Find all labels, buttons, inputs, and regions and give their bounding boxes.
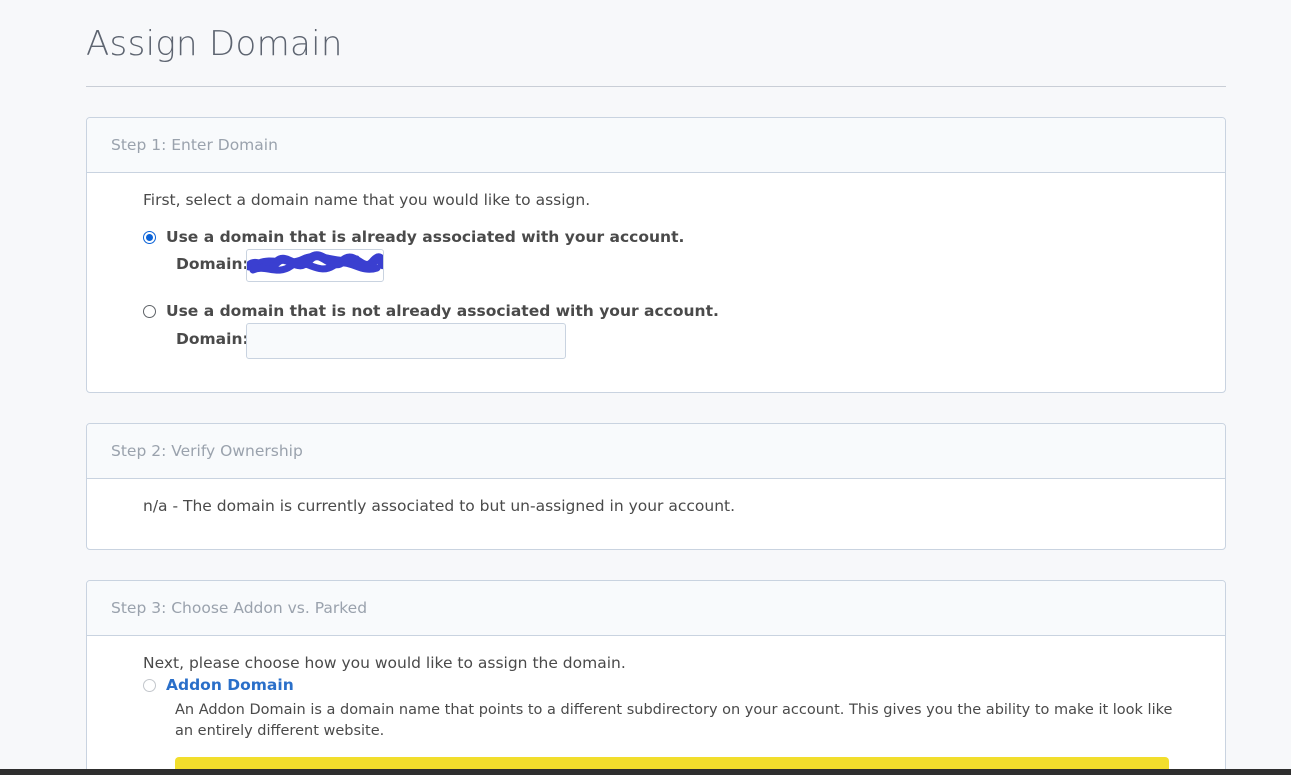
step1-heading: Step 1: Enter Domain (87, 118, 1225, 173)
existing-domain-select[interactable] (246, 249, 384, 282)
existing-domain-option-label[interactable]: Use a domain that is already associated … (166, 228, 684, 246)
new-domain-radio[interactable] (143, 305, 156, 318)
step2-message: n/a - The domain is currently associated… (143, 497, 736, 515)
new-domain-label: Domain: (176, 330, 249, 348)
redaction-scribble (247, 251, 383, 274)
existing-domain-label: Domain: (176, 255, 249, 273)
step1-intro: First, select a domain name that you wou… (143, 191, 591, 209)
step3-panel: Step 3: Choose Addon vs. Parked Next, pl… (86, 580, 1226, 775)
title-divider (86, 86, 1226, 87)
existing-domain-radio[interactable] (143, 231, 156, 244)
page-title: Assign Domain (86, 24, 343, 64)
new-domain-input[interactable] (246, 323, 566, 359)
step1-panel: Step 1: Enter Domain First, select a dom… (86, 117, 1226, 393)
window-bottom-edge (0, 769, 1291, 775)
step3-heading: Step 3: Choose Addon vs. Parked (87, 581, 1225, 636)
addon-domain-label[interactable]: Addon Domain (166, 676, 294, 694)
step3-intro: Next, please choose how you would like t… (143, 654, 626, 672)
step2-heading: Step 2: Verify Ownership (87, 424, 1225, 479)
addon-domain-description: An Addon Domain is a domain name that po… (175, 702, 1173, 739)
step2-panel: Step 2: Verify Ownership n/a - The domai… (86, 423, 1226, 550)
new-domain-option-label[interactable]: Use a domain that is not already associa… (166, 302, 719, 320)
addon-domain-radio[interactable] (143, 679, 156, 692)
assign-domain-page: Assign Domain Step 1: Enter Domain First… (0, 0, 1291, 775)
